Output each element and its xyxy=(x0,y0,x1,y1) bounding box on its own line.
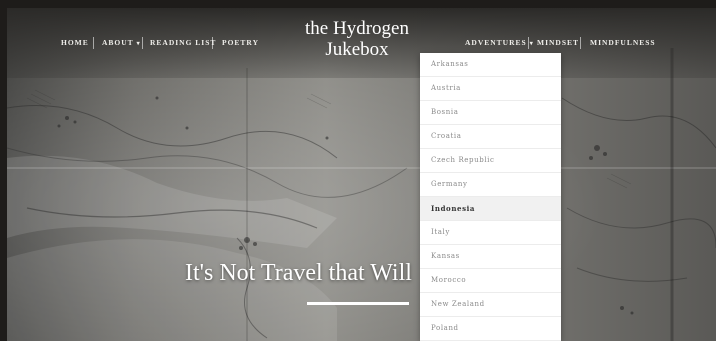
nav-mindset[interactable]: MINDSET xyxy=(537,38,579,47)
nav-divider xyxy=(528,37,529,49)
dropdown-item-indonesia[interactable]: Indonesia xyxy=(420,197,561,221)
dropdown-item-poland[interactable]: Poland xyxy=(420,317,561,341)
chevron-down-icon: ▾ xyxy=(136,41,141,47)
dropdown-item-croatia[interactable]: Croatia xyxy=(420,125,561,149)
dropdown-item-new-zealand[interactable]: New Zealand xyxy=(420,293,561,317)
nav-about[interactable]: ABOUT ▾ xyxy=(102,38,141,47)
nav-about-label: ABOUT xyxy=(102,38,134,47)
dropdown-item-arkansas[interactable]: Arkansas xyxy=(420,53,561,77)
nav-reading-list[interactable]: READING LIST xyxy=(150,38,216,47)
dropdown-item-germany[interactable]: Germany xyxy=(420,173,561,197)
dropdown-item-italy[interactable]: Italy xyxy=(420,221,561,245)
nav-adventures[interactable]: ADVENTURES ▾ xyxy=(465,38,534,47)
adventures-dropdown-menu: Arkansas Austria Bosnia Croatia Czech Re… xyxy=(420,53,561,341)
logo-line-1: the Hydrogen xyxy=(305,18,409,39)
headline-underline xyxy=(307,302,409,305)
nav-poetry[interactable]: POETRY xyxy=(222,38,259,47)
nav-mindfulness[interactable]: MINDFULNESS xyxy=(590,38,656,47)
dropdown-item-czech-republic[interactable]: Czech Republic xyxy=(420,149,561,173)
hero-headline: It's Not Travel that Will xyxy=(185,260,412,286)
site-logo[interactable]: the Hydrogen Jukebox xyxy=(287,18,427,60)
nav-home[interactable]: HOME xyxy=(61,38,89,47)
nav-adventures-label: ADVENTURES xyxy=(465,38,527,47)
dropdown-item-austria[interactable]: Austria xyxy=(420,77,561,101)
nav-divider xyxy=(580,37,581,49)
chevron-down-icon: ▾ xyxy=(529,41,534,47)
nav-divider xyxy=(212,37,213,49)
dropdown-item-morocco[interactable]: Morocco xyxy=(420,269,561,293)
nav-divider xyxy=(142,37,143,49)
nav-divider xyxy=(93,37,94,49)
logo-line-2: Jukebox xyxy=(325,39,389,60)
dropdown-item-kansas[interactable]: Kansas xyxy=(420,245,561,269)
dropdown-item-bosnia[interactable]: Bosnia xyxy=(420,101,561,125)
